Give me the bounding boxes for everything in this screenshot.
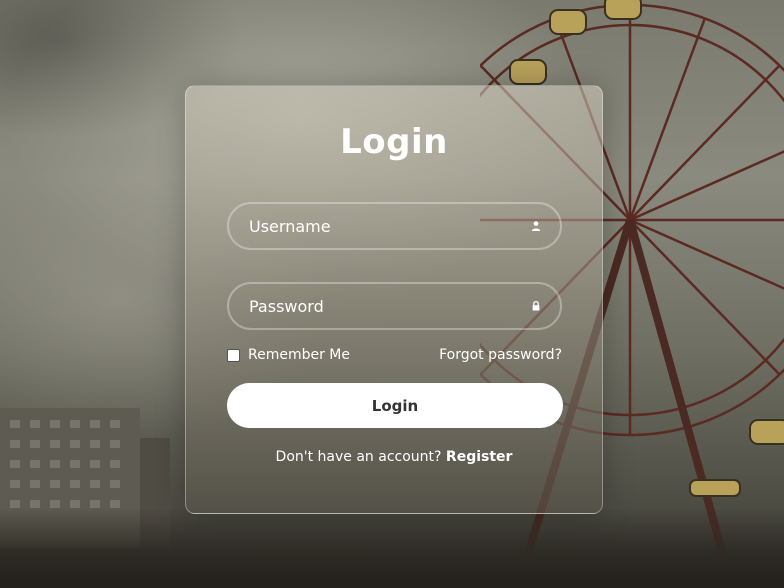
lock-icon	[532, 300, 540, 311]
password-input[interactable]	[229, 284, 560, 328]
register-link[interactable]: Register	[446, 449, 513, 465]
username-input[interactable]	[229, 204, 560, 248]
login-card: Login Remember Me Forgot password? Login	[185, 85, 603, 514]
password-field	[227, 282, 562, 330]
user-icon	[531, 221, 541, 231]
username-field	[227, 202, 562, 250]
login-page: Login Remember Me Forgot password? Login	[0, 0, 784, 588]
forgot-password-link[interactable]: Forgot password?	[439, 347, 562, 363]
login-options: Remember Me Forgot password?	[227, 347, 562, 367]
remember-me-checkbox[interactable]	[227, 348, 240, 362]
login-title: Login	[340, 122, 448, 162]
login-button[interactable]: Login	[227, 383, 563, 428]
register-prompt-text: Don't have an account?	[275, 449, 442, 465]
background-ground	[0, 508, 784, 588]
remember-me[interactable]: Remember Me	[227, 347, 350, 363]
remember-me-label: Remember Me	[248, 347, 350, 363]
register-prompt: Don't have an account? Register	[186, 449, 602, 465]
